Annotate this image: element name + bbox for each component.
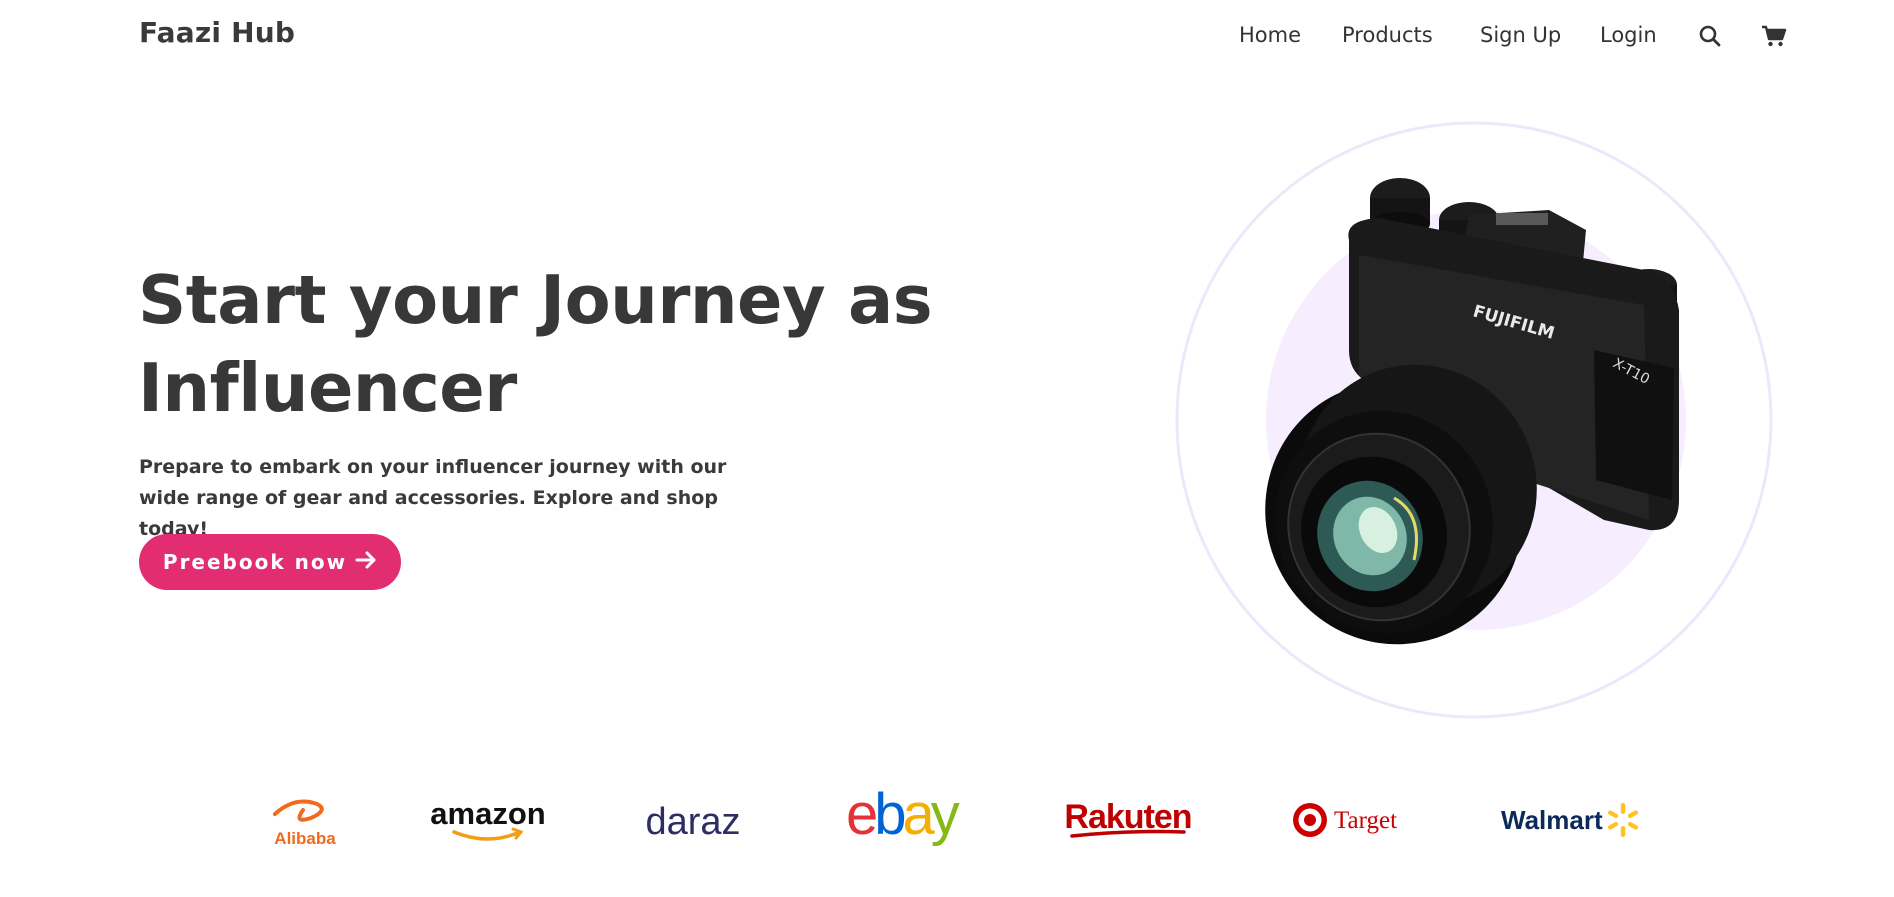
target-logo[interactable]: Target — [1288, 770, 1418, 870]
hero-title: Start your Journey as Influencer — [138, 261, 933, 427]
daraz-logo[interactable]: daraz — [633, 770, 753, 870]
hero-description: Prepare to embark on your influencer jou… — [139, 456, 727, 540]
partner-brands: Alibaba amazon daraz ebay Rakuten Target — [0, 770, 1894, 870]
search-icon[interactable] — [1695, 22, 1725, 50]
arrow-right-icon — [355, 550, 377, 574]
cart-icon[interactable] — [1759, 22, 1789, 50]
alibaba-wordmark: Alibaba — [274, 829, 336, 848]
walmart-spark-icon — [1607, 803, 1639, 837]
ebay-logo[interactable]: ebay — [840, 770, 980, 870]
nav-link-home[interactable]: Home — [1239, 23, 1301, 47]
brand-logo[interactable]: Faazi Hub — [139, 16, 295, 49]
walmart-wordmark: Walmart — [1501, 805, 1603, 835]
walmart-logo[interactable]: Walmart — [1495, 770, 1645, 870]
hero-visual: FUJIFILM X-T10 — [1174, 120, 1774, 720]
nav-link-products[interactable]: Products — [1342, 23, 1433, 47]
amazon-logo[interactable]: amazon — [428, 770, 548, 870]
nav-link-signup[interactable]: Sign Up — [1480, 23, 1561, 47]
preebook-now-label: Preebook now — [162, 550, 348, 574]
camera-image: FUJIFILM X-T10 — [1175, 121, 1773, 719]
amazon-wordmark: amazon — [430, 796, 545, 831]
preebook-now-button[interactable]: Preebook now — [139, 534, 401, 590]
nav-link-login[interactable]: Login — [1600, 23, 1657, 47]
navbar: Faazi Hub Home Products Sign Up Login — [0, 0, 1894, 72]
alibaba-logo[interactable]: Alibaba — [255, 770, 355, 870]
rakuten-logo[interactable]: Rakuten — [1058, 770, 1198, 870]
target-wordmark: Target — [1334, 807, 1397, 834]
ebay-wordmark: ebay — [846, 788, 960, 847]
daraz-wordmark: daraz — [645, 801, 740, 843]
